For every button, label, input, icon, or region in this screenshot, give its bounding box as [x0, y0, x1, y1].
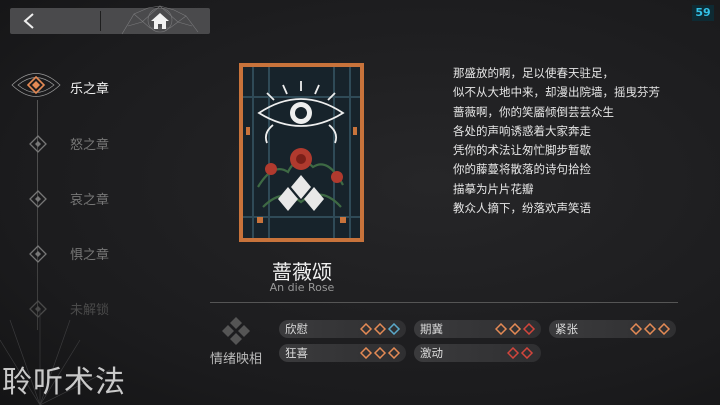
level-diamonds-icon: [495, 323, 536, 335]
level-diamonds-icon: [507, 347, 534, 359]
lyric-line: 描摹为片片花瓣: [453, 181, 534, 196]
emotion-tag: 激动: [414, 344, 541, 362]
diamond-node-icon: [29, 190, 47, 208]
chapter-label: 怒之章: [70, 138, 110, 153]
emotion-tag: 狂喜: [279, 344, 406, 362]
emotion-tag-name: 期冀: [420, 322, 443, 336]
back-arrow-icon: [23, 13, 34, 29]
rose-eye-artwork-icon: [243, 67, 360, 238]
diamond-node-icon: [29, 135, 47, 153]
chapter-label: 惧之章: [70, 248, 110, 263]
lyric-line: 教众人摘下，纷落欢声笑语: [453, 201, 591, 216]
fps-counter: 59: [692, 5, 714, 21]
chapter-label: 哀之章: [70, 193, 110, 208]
lyric-line: 似不从大地中来，却漫出院墙，摇曳芬芳: [453, 85, 660, 100]
emotion-tag-name: 激动: [420, 346, 443, 360]
chapter-item-joy[interactable]: 乐之章: [11, 72, 162, 102]
back-button[interactable]: [10, 8, 90, 34]
emotion-tag: 期冀: [414, 320, 541, 338]
chapter-item-anger[interactable]: 怒之章: [22, 128, 162, 158]
chapter-item-fear[interactable]: 惧之章: [22, 238, 162, 268]
lyric-line: 那盛放的啊，足以使春天驻足，: [453, 66, 614, 80]
eye-ornament-icon: [11, 73, 61, 97]
level-diamonds-icon: [630, 323, 671, 335]
home-icon: [151, 13, 169, 29]
diamond-node-icon: [29, 245, 47, 263]
section-divider: [210, 302, 678, 303]
emotion-tag-name: 欣慰: [285, 322, 308, 336]
lyric-line: 蔷薇啊，你的笑靥倾倒芸芸众生: [453, 104, 614, 119]
game-screen: 59 乐之章 怒之章 哀之章 惧之章 未解锁 蔷薇颂 An die Rose 那…: [0, 0, 720, 405]
emotion-section-label: 情绪映相: [210, 352, 263, 367]
emotion-tag: 欣慰: [279, 320, 406, 338]
emotion-tag-name: 狂喜: [285, 346, 308, 360]
chapter-item-sorrow[interactable]: 哀之章: [22, 183, 162, 213]
chapter-label: 乐之章: [70, 82, 110, 97]
top-nav-bar: [10, 5, 210, 35]
lyric-line: 各处的声响诱惑着大家奔走: [453, 123, 591, 138]
lyric-line: 凭你的术法让匆忙脚步暂歇: [453, 143, 591, 158]
nav-divider: [100, 11, 101, 31]
watermark-text: 聆听术法: [2, 365, 126, 400]
emotion-diamonds-icon: [222, 317, 250, 345]
lyrics-block: 那盛放的啊，足以使春天驻足， 似不从大地中来，却漫出院墙，摇曳芬芳 蔷薇啊，你的…: [453, 64, 660, 218]
level-diamonds-icon: [360, 347, 401, 359]
song-subtitle: An die Rose: [269, 281, 335, 294]
song-card-artwork[interactable]: [239, 63, 364, 242]
level-diamonds-icon: [360, 323, 401, 335]
emotion-tag-name: 紧张: [555, 322, 578, 336]
emotion-tag: 紧张: [549, 320, 676, 338]
lyric-line: 你的藤蔓将散落的诗句拾捡: [453, 162, 591, 177]
home-button[interactable]: [120, 5, 200, 35]
